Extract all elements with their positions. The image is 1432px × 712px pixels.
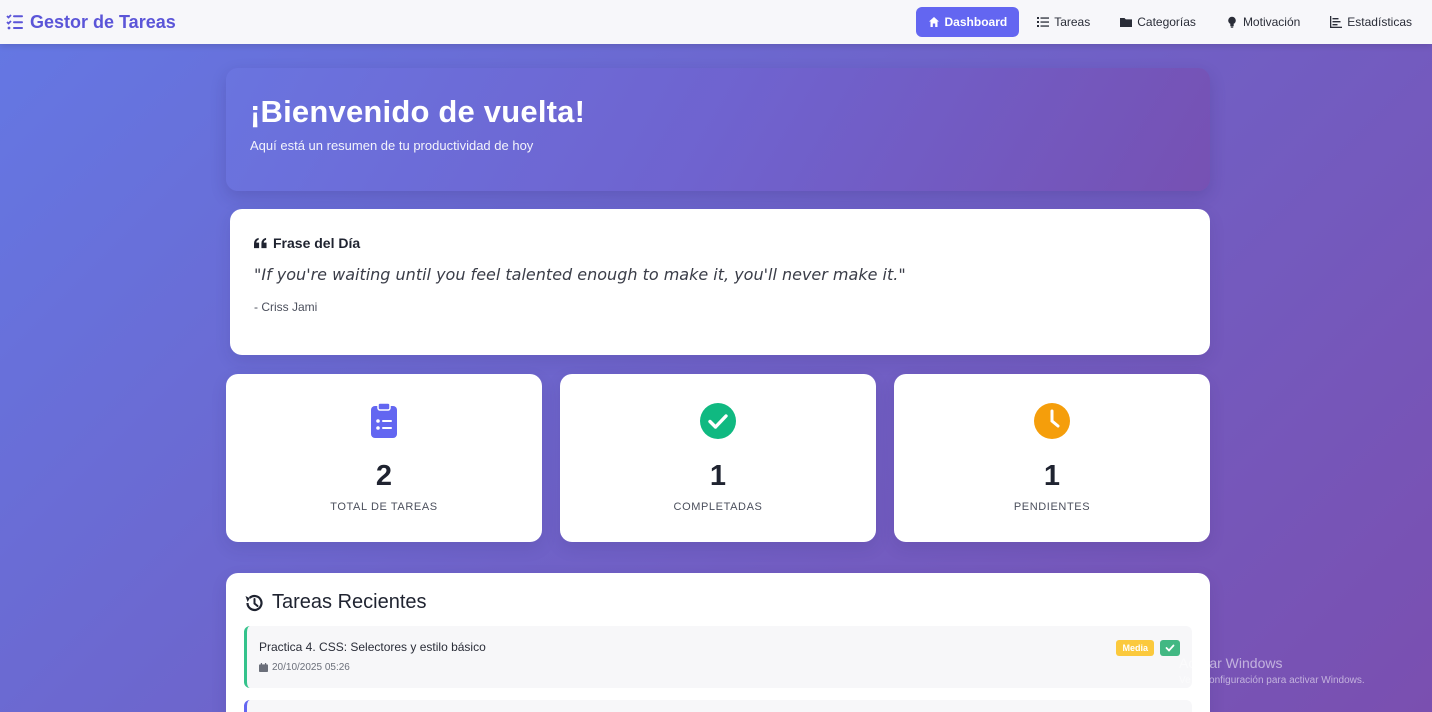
main-nav: Dashboard Tareas Categorías Motivación E… <box>915 7 1424 37</box>
stat-completed-value: 1 <box>709 460 727 492</box>
quote-icon <box>254 237 267 248</box>
page-subtitle: Aquí está un resumen de tu productividad… <box>250 138 534 153</box>
stats-row: 2 TOTAL DE TAREAS 1 COMPLETADAS 1 PENDIE… <box>226 374 1210 542</box>
page-title: ¡Bienvenido de vuelta! <box>250 94 586 129</box>
nav-tareas[interactable]: Tareas <box>1025 7 1102 37</box>
brand-logo[interactable]: Gestor de Tareas <box>6 12 176 33</box>
task-title: Practica 4. CSS: Selectores y estilo bás… <box>259 640 486 654</box>
recent-tasks-heading: Tareas Recientes <box>244 591 1192 614</box>
calendar-icon <box>259 663 268 672</box>
folder-icon <box>1120 18 1133 27</box>
stat-total-tasks: 2 TOTAL DE TAREAS <box>226 374 542 542</box>
quote-author: - Criss Jami <box>254 300 318 314</box>
check-circle-icon <box>700 403 736 439</box>
clipboard-list-icon <box>371 402 397 438</box>
brand-name: Gestor de Tareas <box>30 11 176 32</box>
lightbulb-icon <box>1228 16 1236 28</box>
stat-total-value: 2 <box>375 460 393 492</box>
list-icon <box>1037 17 1050 27</box>
stat-completed-label: COMPLETADAS <box>673 501 763 513</box>
navbar: Gestor de Tareas Dashboard Tareas Catego… <box>0 0 1432 44</box>
chart-icon <box>1330 16 1343 28</box>
task-item[interactable]: Practica 4. CSS: Selectores y estilo bás… <box>244 626 1192 688</box>
home-icon <box>928 17 939 27</box>
task-item[interactable] <box>244 700 1192 712</box>
quote-heading: Frase del Día <box>254 235 1186 251</box>
quote-text: "If you're waiting until you feel talent… <box>254 265 906 284</box>
complete-task-button[interactable] <box>1160 640 1180 656</box>
welcome-banner: ¡Bienvenido de vuelta! Aquí está un resu… <box>226 68 1210 191</box>
stat-pending-label: PENDIENTES <box>1013 501 1091 513</box>
stat-total-label: TOTAL DE TAREAS <box>330 501 438 513</box>
priority-badge: Media <box>1116 640 1154 656</box>
task-badges: Media <box>1116 640 1180 656</box>
nav-dashboard[interactable]: Dashboard <box>915 7 1020 37</box>
recent-tasks-card: Tareas Recientes Practica 4. CSS: Select… <box>226 573 1210 712</box>
tasks-list-icon <box>6 14 23 30</box>
task-date: 20/10/2025 05:26 <box>259 662 1180 673</box>
quote-card: Frase del Día "If you're waiting until y… <box>230 209 1210 355</box>
history-icon <box>245 594 263 611</box>
check-icon <box>1165 644 1175 652</box>
windows-activation-watermark: Activar Windows Ve a Configuración para … <box>1179 655 1365 686</box>
nav-motivacion[interactable]: Motivación <box>1214 7 1312 37</box>
stat-pending-value: 1 <box>1043 460 1061 492</box>
stat-pending: 1 PENDIENTES <box>894 374 1210 542</box>
nav-categorias[interactable]: Categorías <box>1108 7 1208 37</box>
stat-completed: 1 COMPLETADAS <box>560 374 876 542</box>
nav-estadisticas[interactable]: Estadísticas <box>1318 7 1424 37</box>
clock-icon <box>1034 403 1070 439</box>
